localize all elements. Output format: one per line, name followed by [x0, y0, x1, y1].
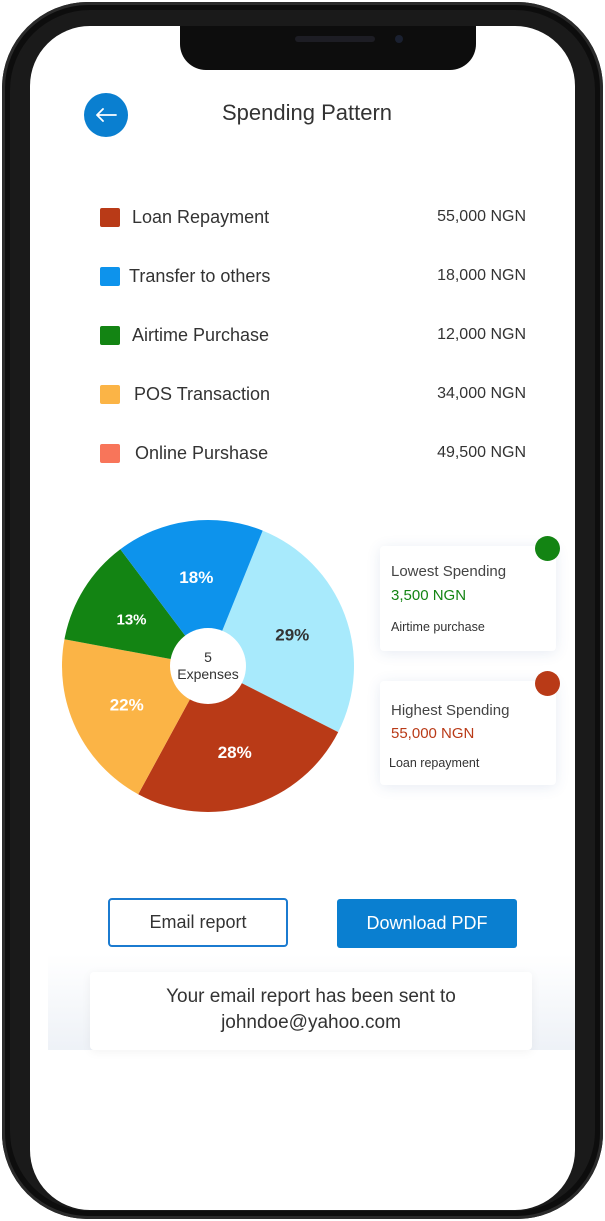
legend-amount: 34,000 NGN [437, 385, 526, 402]
legend-label: POS Transaction [134, 384, 271, 404]
legend-amount: 55,000 NGN [437, 208, 526, 225]
toast-message: Your email report has been sent to [166, 986, 456, 1007]
legend-swatch [100, 326, 120, 345]
screen: Spending Pattern Loan Repayment 55,000 N… [30, 26, 575, 1210]
email-report-button[interactable]: Email report [108, 898, 288, 947]
expense-label: Expenses [177, 666, 239, 682]
card-amount: 3,500 NGN [391, 587, 467, 604]
legend-label: Loan Repayment [132, 207, 270, 227]
status-dot [535, 671, 560, 696]
page-title: Spending Pattern [221, 100, 393, 125]
lowest-spending-card: Lowest Spending 3,500 NGN Airtime purcha… [380, 536, 560, 651]
legend-item-pos: POS Transaction 34,000 NGN [100, 383, 526, 407]
legend-amount: 49,500 NGN [437, 444, 526, 461]
pie-slice-label: 22% [110, 696, 144, 715]
legend-label: Online Purshase [135, 443, 269, 463]
legend-label: Airtime Purchase [132, 325, 270, 345]
toast-email: johndoe@yahoo.com [221, 1012, 401, 1033]
email-sent-toast: Your email report has been sent to johnd… [90, 972, 532, 1050]
arrow-left-icon [96, 108, 117, 122]
card-title: Lowest Spending [391, 563, 507, 580]
highest-spending-card: Highest Spending 55,000 NGN Loan repayme… [380, 671, 560, 785]
camera [395, 35, 403, 43]
pie-center: 5 Expenses [170, 628, 246, 704]
status-dot [535, 536, 560, 561]
card-subtitle: Loan repayment [389, 756, 480, 770]
expense-count: 5 [204, 649, 212, 665]
legend-swatch [100, 267, 120, 286]
legend-label: Transfer to others [129, 266, 271, 286]
card-amount: 55,000 NGN [391, 725, 475, 742]
legend-item-online: Online Purshase 49,500 NGN [100, 442, 526, 466]
legend-swatch [100, 385, 120, 404]
legend-item-airtime: Airtime Purchase 12,000 NGN [100, 324, 526, 348]
speaker [295, 36, 375, 42]
legend-item-transfer: Transfer to others 18,000 NGN [100, 265, 526, 289]
pie-chart: 29% 28% 22% 13% 18% 5 Expenses [60, 518, 356, 814]
pie-slice-label: 18% [179, 568, 213, 587]
legend-amount: 12,000 NGN [437, 326, 526, 343]
legend-amount: 18,000 NGN [437, 267, 526, 284]
back-button[interactable] [84, 93, 128, 137]
card-title: Highest Spending [391, 702, 510, 719]
legend-swatch [100, 208, 120, 227]
pie-slice-label: 29% [275, 625, 309, 644]
notch [180, 26, 476, 70]
download-pdf-button[interactable]: Download PDF [337, 899, 517, 948]
pie-slice-label: 13% [117, 612, 147, 629]
card-subtitle: Airtime purchase [391, 620, 485, 634]
legend-swatch [100, 444, 120, 463]
legend-item-loan: Loan Repayment 55,000 NGN [100, 206, 526, 230]
pie-slice-label: 28% [218, 743, 252, 762]
